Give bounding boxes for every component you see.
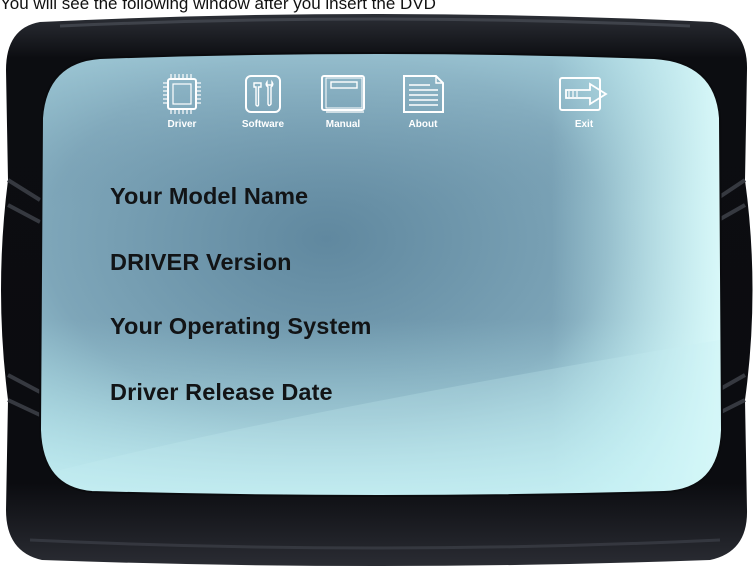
driver-version-text: DRIVER Version [110, 249, 292, 275]
tools-icon [245, 75, 281, 113]
chip-icon [163, 74, 201, 114]
document-icon [403, 75, 444, 113]
operating-system-text: Your Operating System [110, 313, 372, 339]
model-name-text: Your Model Name [110, 183, 309, 209]
release-date-text: Driver Release Date [110, 379, 333, 405]
software-label: Software [241, 119, 285, 130]
book-icon [321, 75, 365, 113]
manual-label: Manual [325, 119, 361, 130]
driver-label: Driver [167, 119, 197, 130]
manual-button[interactable]: Manual [308, 72, 378, 134]
about-label: About [408, 119, 438, 130]
software-button[interactable]: Software [228, 72, 298, 134]
exit-label: Exit [574, 119, 594, 130]
toolbar: Driver Software Manual About Exit [0, 0, 753, 140]
about-button[interactable]: About [388, 72, 458, 134]
exit-button[interactable]: Exit [549, 72, 619, 134]
driver-button[interactable]: Driver [147, 72, 217, 134]
exit-arrow-icon [559, 77, 608, 111]
